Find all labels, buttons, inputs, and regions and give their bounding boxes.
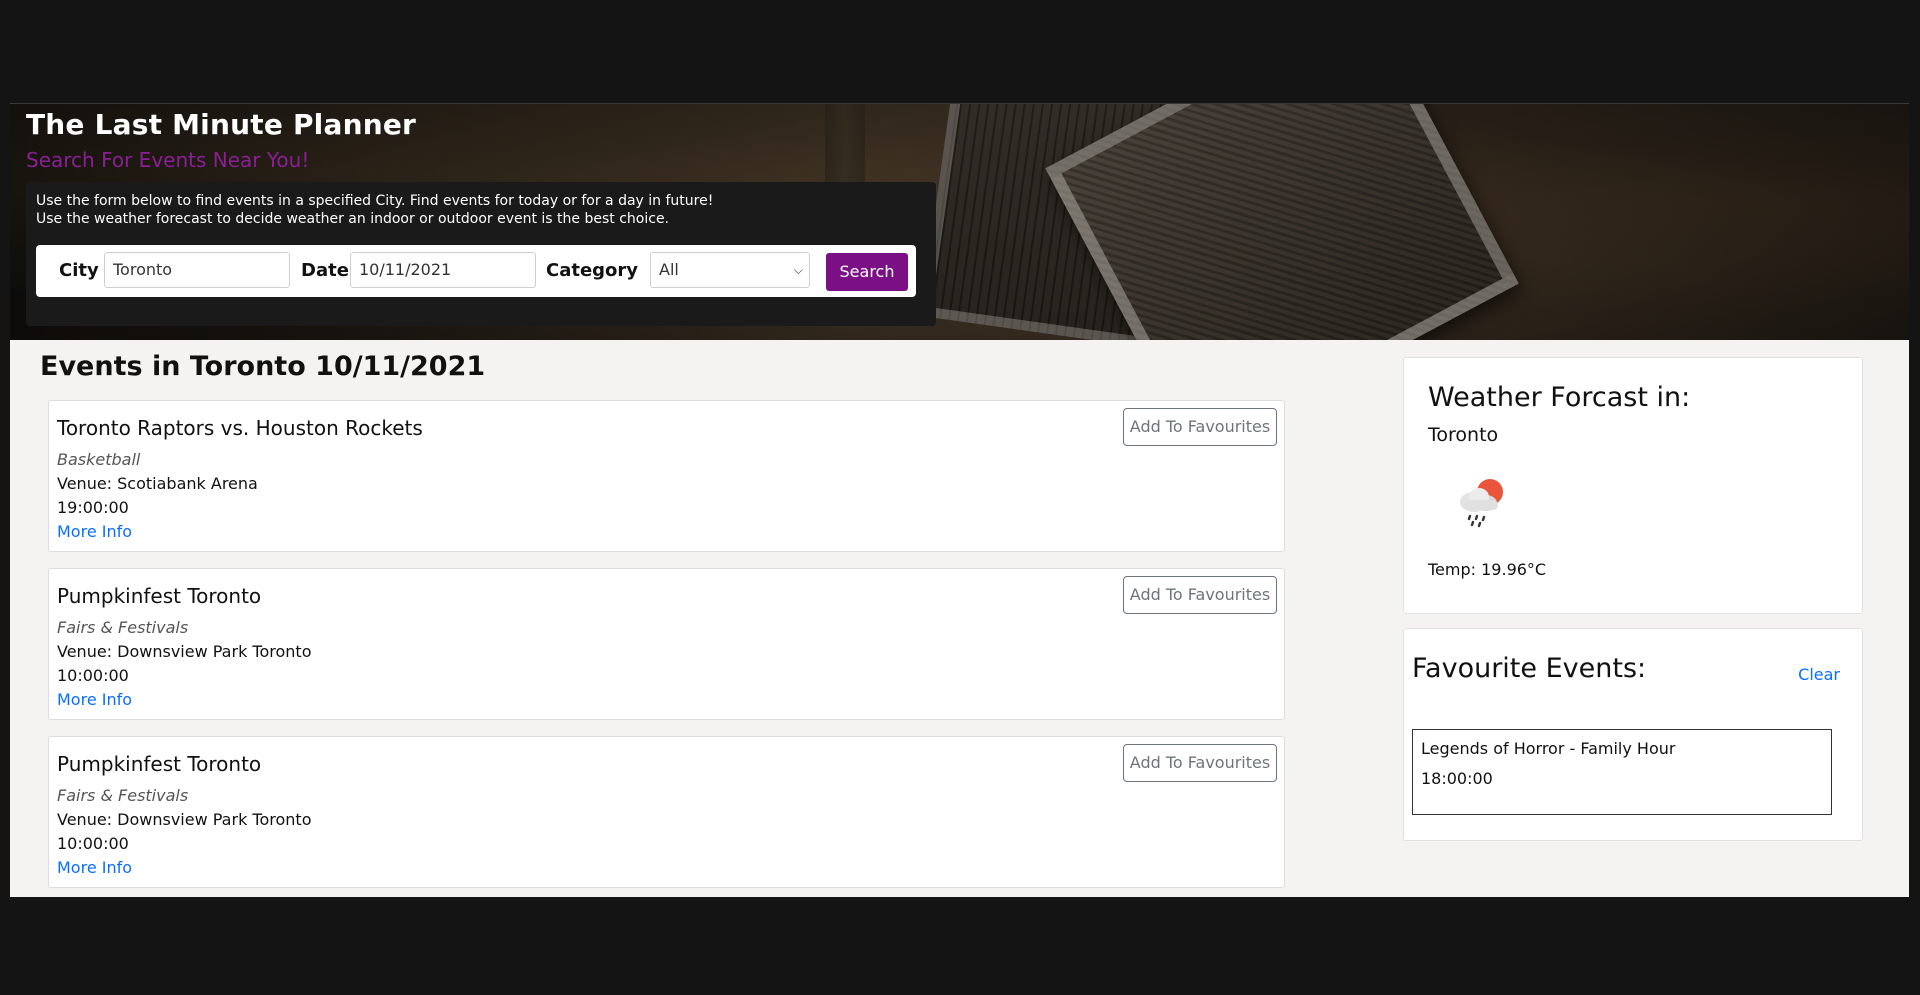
chevron-down-icon: ⌵ — [793, 263, 803, 277]
category-label: Category — [546, 260, 639, 281]
events-heading: Events in Toronto 10/11/2021 — [40, 351, 486, 382]
event-name: Pumpkinfest Toronto — [57, 584, 262, 608]
search-description: Use the form below to find events in a s… — [36, 192, 713, 228]
weather-heading: Weather Forcast in: — [1428, 382, 1691, 413]
event-category: Fairs & Festivals — [57, 618, 189, 637]
page: The Last Minute Planner Search For Event… — [10, 103, 1909, 897]
favourite-time: 18:00:00 — [1421, 769, 1493, 788]
event-time: 19:00:00 — [57, 498, 129, 517]
favourites-panel: Favourite Events: Clear Legends of Horro… — [1403, 628, 1863, 841]
add-to-favourites-button[interactable]: Add To Favourites — [1123, 744, 1277, 782]
add-to-favourites-button[interactable]: Add To Favourites — [1123, 576, 1277, 614]
event-name: Toronto Raptors vs. Houston Rockets — [57, 416, 423, 440]
more-info-link[interactable]: More Info — [57, 858, 132, 877]
more-info-link[interactable]: More Info — [57, 690, 132, 709]
app-subtitle: Search For Events Near You! — [26, 148, 310, 172]
event-time: 10:00:00 — [57, 834, 129, 853]
event-venue: Venue: Downsview Park Toronto — [57, 810, 312, 829]
header-banner: The Last Minute Planner Search For Event… — [10, 104, 1909, 340]
event-category: Fairs & Festivals — [57, 786, 189, 805]
favourites-heading: Favourite Events: — [1412, 653, 1647, 684]
category-selected-value: All — [659, 260, 679, 279]
search-panel: Use the form below to find events in a s… — [26, 182, 936, 326]
favourite-item[interactable]: Legends of Horror - Family Hour 18:00:00 — [1412, 729, 1832, 815]
category-select[interactable]: All ⌵ — [650, 252, 810, 288]
event-card: Pumpkinfest Toronto Fairs & Festivals Ve… — [48, 568, 1285, 720]
city-input[interactable]: Toronto — [104, 252, 290, 288]
search-form: City Toronto Date 10/11/2021 Category Al… — [36, 245, 916, 297]
date-label: Date — [301, 260, 349, 281]
city-label: City — [59, 260, 99, 281]
description-line-1: Use the form below to find events in a s… — [36, 193, 714, 209]
clear-favourites-link[interactable]: Clear — [1798, 665, 1840, 684]
event-name: Pumpkinfest Toronto — [57, 752, 262, 776]
weather-panel: Weather Forcast in: Toronto Temp: 19.96°… — [1403, 357, 1863, 614]
add-to-favourites-button[interactable]: Add To Favourites — [1123, 408, 1277, 446]
event-time: 10:00:00 — [57, 666, 129, 685]
date-input[interactable]: 10/11/2021 — [350, 252, 536, 288]
rain-cloud-sun-icon — [1450, 472, 1510, 536]
favourite-name: Legends of Horror - Family Hour — [1421, 739, 1676, 758]
event-card: Toronto Raptors vs. Houston Rockets Bask… — [48, 400, 1285, 552]
app-title: The Last Minute Planner — [26, 108, 417, 141]
search-button[interactable]: Search — [826, 253, 908, 291]
event-category: Basketball — [57, 450, 141, 469]
weather-city: Toronto — [1428, 424, 1499, 446]
weather-temp: Temp: 19.96°C — [1428, 560, 1547, 579]
event-venue: Venue: Scotiabank Arena — [57, 474, 258, 493]
event-venue: Venue: Downsview Park Toronto — [57, 642, 312, 661]
more-info-link[interactable]: More Info — [57, 522, 132, 541]
description-line-2: Use the weather forecast to decide weath… — [36, 211, 670, 227]
event-card: Pumpkinfest Toronto Fairs & Festivals Ve… — [48, 736, 1285, 888]
